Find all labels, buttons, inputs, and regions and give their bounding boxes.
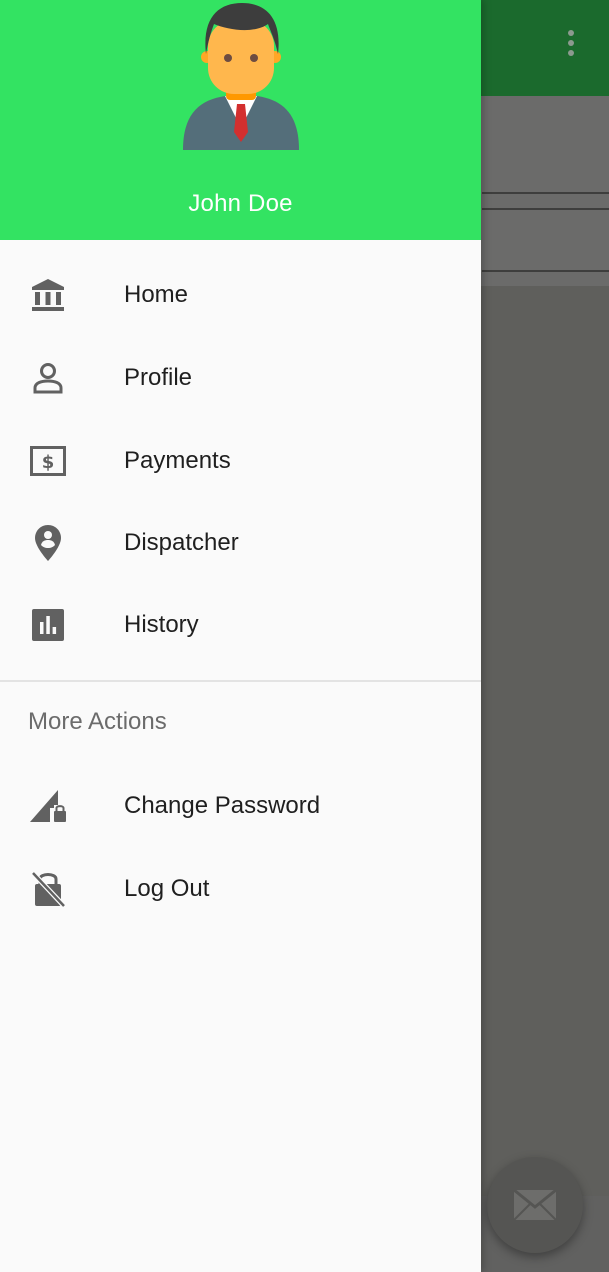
bank-icon bbox=[28, 275, 68, 315]
menu-item-label: Profile bbox=[124, 364, 193, 391]
menu-item-label: Payments bbox=[124, 447, 231, 474]
section-title-more-actions: More Actions bbox=[28, 708, 167, 735]
payments-icon: $ bbox=[28, 441, 68, 481]
divider bbox=[482, 208, 609, 210]
divider bbox=[482, 192, 609, 194]
menu-item-home[interactable]: Home bbox=[0, 254, 481, 336]
menu-item-log-out[interactable]: Log Out bbox=[0, 848, 481, 930]
menu-item-label: Log Out bbox=[124, 875, 210, 902]
bar-chart-icon bbox=[28, 605, 68, 645]
drawer-header: John Doe bbox=[0, 0, 481, 240]
menu-item-change-password[interactable]: Change Password bbox=[0, 765, 481, 847]
menu-item-label: History bbox=[124, 611, 199, 638]
overflow-menu-icon[interactable] bbox=[560, 30, 582, 66]
signal-lock-icon bbox=[28, 786, 68, 826]
menu-item-label: Home bbox=[124, 281, 189, 308]
divider bbox=[482, 270, 609, 272]
navigation-drawer: John Doe Home Profile $ Payments Dispatc… bbox=[0, 0, 481, 1272]
section-divider bbox=[0, 680, 481, 682]
menu-item-label: Dispatcher bbox=[124, 529, 239, 556]
location-pin-icon bbox=[28, 523, 68, 563]
svg-text:$: $ bbox=[42, 452, 55, 473]
menu-item-label: Change Password bbox=[124, 792, 321, 819]
menu-item-profile[interactable]: Profile bbox=[0, 337, 481, 419]
lock-off-icon bbox=[28, 869, 68, 909]
mail-icon bbox=[513, 1189, 557, 1221]
user-name: John Doe bbox=[188, 190, 293, 217]
menu-item-history[interactable]: History bbox=[0, 584, 481, 666]
menu-item-payments[interactable]: $ Payments bbox=[0, 420, 481, 502]
person-icon bbox=[28, 358, 68, 398]
compose-fab-button[interactable] bbox=[487, 1157, 583, 1253]
menu-item-dispatcher[interactable]: Dispatcher bbox=[0, 502, 481, 584]
avatar bbox=[183, 3, 299, 150]
